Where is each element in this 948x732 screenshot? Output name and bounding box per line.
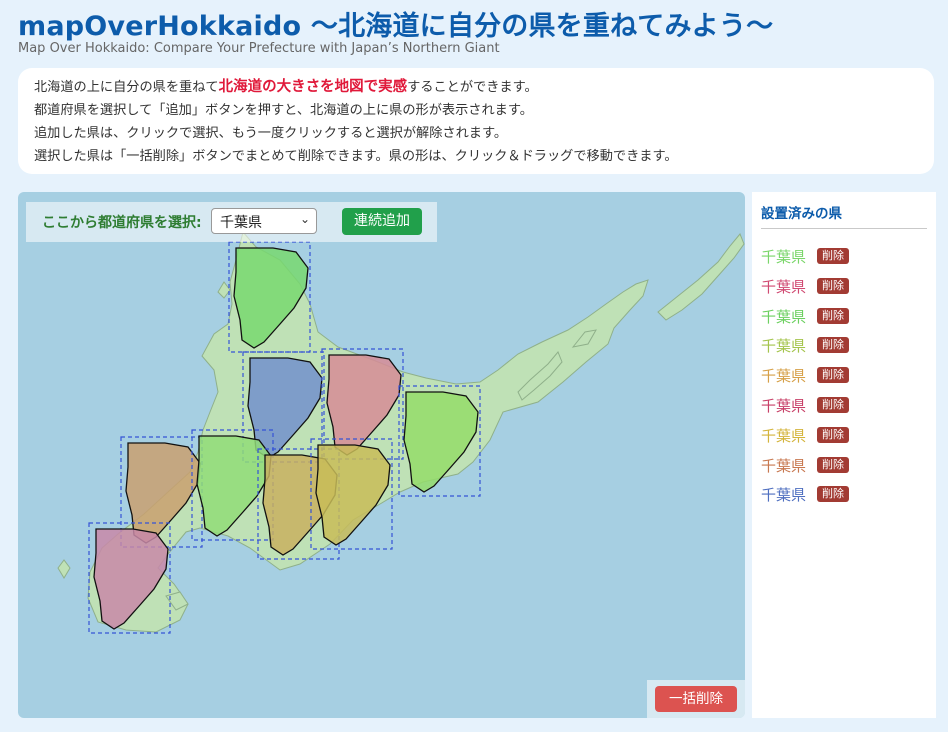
list-item: 千葉県 削除 [761,246,849,276]
list-item: 千葉県 削除 [761,395,849,425]
prefecture-name[interactable]: 千葉県 [761,306,817,327]
prefecture-name[interactable]: 千葉県 [761,246,817,267]
prefecture-name[interactable]: 千葉県 [761,335,817,356]
list-item: 千葉県 削除 [761,425,849,455]
delete-button[interactable]: 削除 [817,486,849,503]
prefecture-name[interactable]: 千葉県 [761,365,817,386]
prefecture-name[interactable]: 千葉県 [761,484,817,505]
delete-button[interactable]: 削除 [817,367,849,384]
description-line-4: 選択した県は「一括削除」ボタンでまとめて削除できます。県の形は、クリック＆ドラッ… [34,149,678,164]
delete-button[interactable]: 削除 [817,456,849,473]
page-subtitle: Map Over Hokkaido: Compare Your Prefectu… [18,41,500,56]
delete-button[interactable]: 削除 [817,248,849,264]
description-highlight: 北海道の大きさを地図で実感 [218,79,408,95]
placed-prefectures-title: 設置済みの県 [761,202,927,229]
chevron-down-icon: ⌄ [299,212,310,226]
bulk-delete-panel: 一括削除 [647,680,745,718]
prefecture-overlay-8[interactable] [310,438,393,550]
list-item: 千葉県 削除 [761,306,849,336]
delete-button[interactable]: 削除 [817,277,849,294]
delete-button[interactable]: 削除 [817,307,849,324]
placed-prefectures-panel: 設置済みの県 千葉県 削除 千葉県 削除 千葉県 削除 千葉県 削除 千葉県 削除 千葉県… [752,192,936,718]
prefecture-select-value: 千葉県 [220,215,262,231]
list-item: 千葉県 削除 [761,335,849,365]
prefecture-name[interactable]: 千葉県 [761,425,817,446]
prefecture-select[interactable]: 千葉県 ⌄ [211,208,317,234]
description-text: 北海道の上に自分の県を重ねて [34,80,219,95]
map-area[interactable]: ここから都道府県を選択: 千葉県 ⌄ 連続追加 一括削除 [18,192,745,718]
prefecture-overlays[interactable] [88,241,481,634]
add-button[interactable]: 連続追加 [342,208,422,235]
kunashiri-island [657,233,745,321]
description-text: することができます。 [407,80,538,95]
hokkaido-map-svg[interactable] [18,192,745,718]
prefecture-overlay-4[interactable] [398,385,481,497]
prefecture-name[interactable]: 千葉県 [761,276,817,297]
delete-button[interactable]: 削除 [817,426,849,443]
prefecture-name[interactable]: 千葉県 [761,455,817,476]
delete-button[interactable]: 削除 [817,337,849,354]
rishiri-island [217,281,231,299]
prefecture-name[interactable]: 千葉県 [761,395,817,416]
prefecture-select-label: ここから都道府県を選択: [42,215,202,231]
bulk-delete-button[interactable]: 一括削除 [655,686,737,712]
delete-button[interactable]: 削除 [817,396,849,413]
list-item: 千葉県 削除 [761,276,849,306]
placed-prefectures-list: 千葉県 削除 千葉県 削除 千葉県 削除 千葉県 削除 千葉県 削除 千葉県 削除 千葉県削… [761,246,849,514]
description-line-1: 北海道の上に自分の県を重ねて北海道の大きさを地図で実感することができます。 [34,76,934,99]
description-panel: 北海道の上に自分の県を重ねて北海道の大きさを地図で実感することができます。 都道… [18,68,934,174]
list-item: 千葉県 削除 [761,484,849,514]
description-line-3: 追加した県は、クリックで選択、もう一度クリックすると選択が解除されます。 [34,126,508,141]
description-line-2: 都道府県を選択して「追加」ボタンを押すと、北海道の上に県の形が表示されます。 [34,103,533,118]
okushiri-island [57,559,71,579]
page-title: mapOverHokkaido ～北海道に自分の県を重ねてみよう～ [18,11,774,42]
map-controls: ここから都道府県を選択: 千葉県 ⌄ 連続追加 [26,202,437,242]
list-item: 千葉県 削除 [761,365,849,395]
list-item: 千葉県 削除 [761,455,849,485]
